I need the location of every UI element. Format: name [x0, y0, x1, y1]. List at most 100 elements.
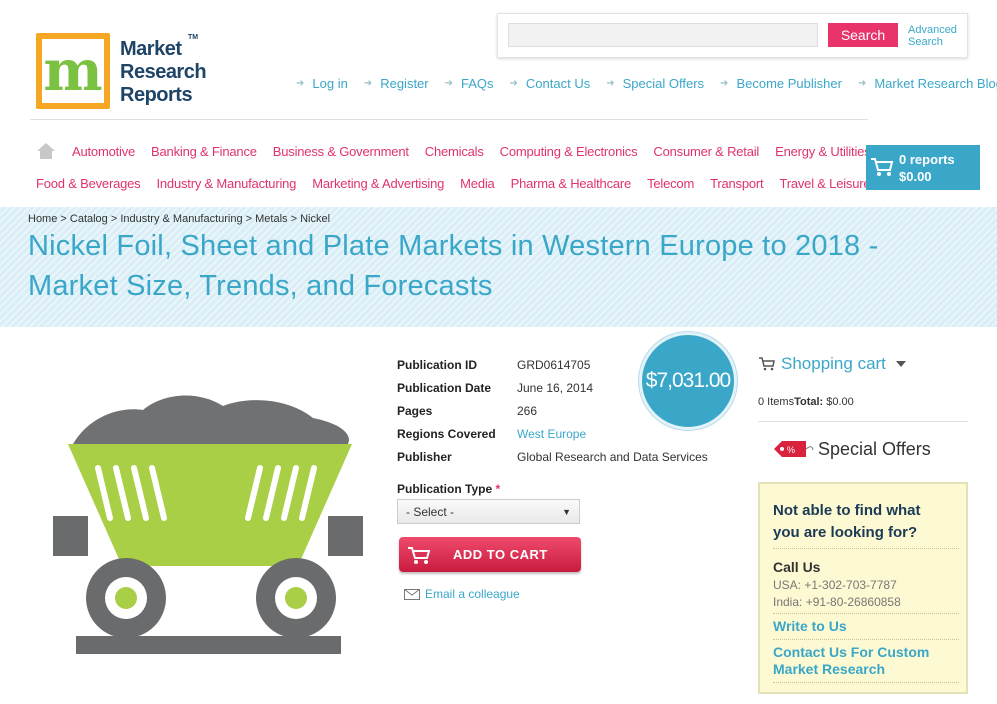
- help-divider: [773, 682, 959, 683]
- header-cart-button[interactable]: 0 reports $0.00: [866, 145, 980, 190]
- publication-type-select[interactable]: - Select - ▼: [397, 499, 580, 524]
- product-image: [53, 395, 363, 654]
- top-links: ➜ Log in ➜ Register ➜ FAQs ➜ Contact Us ➜ Spe…: [296, 76, 997, 91]
- logo-line-2: Research: [120, 61, 207, 83]
- category-chemicals[interactable]: Chemicals: [425, 144, 484, 159]
- category-travel-leisure[interactable]: Travel & Leisure: [779, 176, 870, 191]
- email-colleague-label: Email a colleague: [425, 587, 520, 601]
- category-telecom[interactable]: Telecom: [647, 176, 694, 191]
- call-us-heading: Call Us: [773, 559, 821, 575]
- help-question-line-1: Not able to find what: [773, 502, 921, 519]
- top-link-faqs[interactable]: ➜ FAQs: [445, 76, 494, 91]
- add-to-cart-label: ADD TO CART: [453, 547, 548, 562]
- arrow-icon: ➜: [444, 78, 454, 89]
- custom-research-link[interactable]: Contact Us For Custom Market Research: [773, 644, 929, 678]
- help-divider: [773, 639, 959, 640]
- category-energy-utilities[interactable]: Energy & Utilities: [775, 144, 871, 159]
- price-badge: $7,031.00: [639, 332, 737, 430]
- publisher-value: Global Research and Data Services: [517, 449, 708, 464]
- shopping-cart-label: Shopping cart: [781, 354, 886, 373]
- search-input[interactable]: [508, 23, 818, 47]
- cart-icon: [759, 357, 775, 371]
- help-question-line-2: you are looking for?: [773, 524, 918, 541]
- category-transport[interactable]: Transport: [710, 176, 764, 191]
- logo-line-3: Reports: [120, 84, 193, 106]
- help-divider: [773, 548, 959, 549]
- top-link-contact[interactable]: ➜ Contact Us: [510, 76, 591, 91]
- special-offers-link[interactable]: % Special Offers: [772, 438, 931, 460]
- svg-text:%: %: [787, 445, 795, 455]
- arrow-icon: ➜: [509, 78, 518, 89]
- select-value: - Select -: [406, 504, 455, 519]
- publication-type-label: Publication Type *: [397, 482, 500, 496]
- cart-items-count: 0 Items: [758, 396, 795, 408]
- category-marketing-advertising[interactable]: Marketing & Advertising: [312, 176, 444, 191]
- top-link-label: Market Research Blog: [874, 76, 997, 91]
- top-link-login[interactable]: ➜ Log in: [296, 76, 348, 91]
- envelope-icon: [404, 588, 420, 600]
- cart-summary: 0 ItemsTotal: $0.00: [758, 396, 854, 408]
- logo-text[interactable]: Market Research Reports: [120, 38, 207, 107]
- category-nav-row-2: Food & Beverages Industry & Manufacturin…: [36, 176, 886, 191]
- help-divider: [773, 613, 959, 614]
- arrow-icon: ➜: [857, 78, 867, 89]
- top-link-register[interactable]: ➜ Register: [364, 76, 429, 91]
- cart-count: 0 reports: [899, 152, 955, 167]
- top-link-become-publisher[interactable]: ➜ Become Publisher: [720, 76, 842, 91]
- top-link-label: FAQs: [461, 76, 494, 91]
- search-panel: Search Advanced Search: [497, 13, 968, 58]
- publication-date-value: June 16, 2014: [517, 380, 594, 395]
- special-offers-label: Special Offers: [818, 438, 931, 459]
- top-link-blog[interactable]: ➜ Market Research Blog: [858, 76, 997, 91]
- header-divider: [30, 119, 868, 120]
- shopping-cart-toggle[interactable]: Shopping cart: [759, 354, 906, 374]
- write-to-us-link[interactable]: Write to Us: [773, 618, 847, 635]
- cart-icon: [399, 537, 439, 572]
- help-box: Not able to find what you are looking fo…: [758, 482, 968, 694]
- detail-row-publisher: Publisher Global Research and Data Servi…: [397, 445, 708, 468]
- cart-total-label: Total:: [794, 396, 824, 408]
- dropdown-arrow-icon: ▼: [562, 506, 571, 517]
- email-colleague-link[interactable]: Email a colleague: [404, 587, 520, 601]
- top-link-special-offers[interactable]: ➜ Special Offers: [606, 76, 704, 91]
- logo[interactable]: m: [36, 33, 110, 109]
- logo-mark: m: [42, 38, 104, 104]
- breadcrumb[interactable]: Home > Catalog > Industry & Manufacturin…: [28, 213, 330, 225]
- home-icon[interactable]: [36, 141, 56, 161]
- search-button[interactable]: Search: [828, 23, 898, 47]
- custom-research-line-1: Contact Us For Custom: [773, 644, 930, 660]
- detail-label: Publication Date: [397, 380, 492, 395]
- top-link-label: Contact Us: [525, 76, 591, 91]
- regions-link[interactable]: West Europe: [517, 427, 586, 441]
- add-to-cart-button[interactable]: ADD TO CART: [399, 537, 581, 572]
- top-link-label: Register: [380, 76, 429, 91]
- category-food-beverages[interactable]: Food & Beverages: [36, 176, 141, 191]
- top-link-label: Log in: [312, 76, 348, 91]
- category-computing-electronics[interactable]: Computing & Electronics: [500, 144, 638, 159]
- detail-label: Regions Covered: [397, 426, 496, 441]
- arrow-icon: ➜: [296, 78, 305, 89]
- category-automotive[interactable]: Automotive: [72, 144, 135, 159]
- cart-total-value: $0.00: [826, 396, 854, 408]
- category-banking-finance[interactable]: Banking & Finance: [151, 144, 257, 159]
- logo-trademark: TM: [188, 34, 199, 41]
- detail-label: Pages: [397, 403, 433, 418]
- cart-icon: [871, 158, 894, 176]
- phone-usa: USA: +1-302-703-7787: [773, 578, 897, 592]
- category-consumer-retail[interactable]: Consumer & Retail: [653, 144, 759, 159]
- advanced-search-line-1: Advanced: [908, 24, 957, 36]
- page-title: Nickel Foil, Sheet and Plate Markets in …: [28, 230, 879, 302]
- category-business-government[interactable]: Business & Government: [273, 144, 409, 159]
- publication-id-value: GRD0614705: [517, 357, 591, 372]
- publication-type-text: Publication Type: [397, 482, 493, 496]
- category-media[interactable]: Media: [460, 176, 495, 191]
- pages-value: 266: [517, 403, 538, 418]
- advanced-search-link[interactable]: Advanced Search: [908, 24, 957, 48]
- logo-line-1: Market: [120, 38, 182, 60]
- sidebar-divider: [758, 421, 968, 422]
- detail-label: Publisher: [397, 449, 452, 464]
- price-tag-icon: %: [774, 441, 814, 457]
- category-industry-manufacturing[interactable]: Industry & Manufacturing: [156, 176, 296, 191]
- category-pharma-healthcare[interactable]: Pharma & Healthcare: [511, 176, 632, 191]
- help-question: Not able to find what you are looking fo…: [773, 500, 921, 544]
